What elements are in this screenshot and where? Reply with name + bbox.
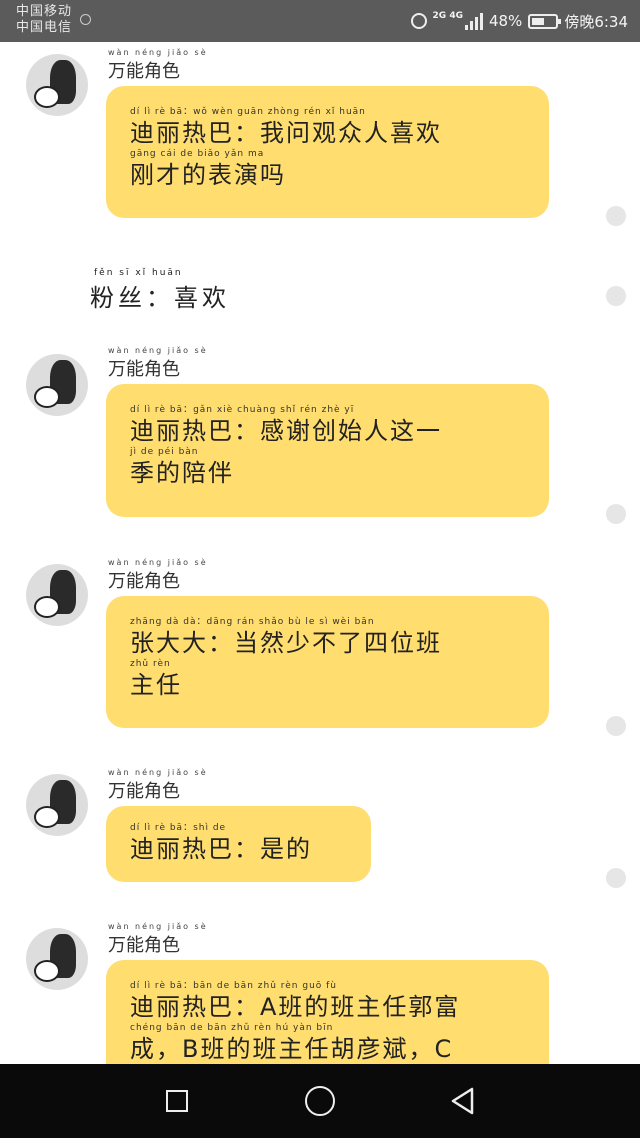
status-bar: 中国移动 中国电信 2G 4G 48% 傍晚6:34 xyxy=(0,0,640,42)
signal-icon xyxy=(464,12,483,30)
sender-name: wàn néng jiǎo sè 万能角色 xyxy=(108,558,208,592)
pinyin-line: dí lì rè bā：wǒ wèn guān zhòng rén xǐ huā… xyxy=(130,107,366,117)
battery-icon xyxy=(528,13,562,29)
pinyin-line: zhǔ rèn xyxy=(130,659,171,669)
wifi-calling-icon xyxy=(80,14,91,25)
avatar[interactable] xyxy=(26,928,88,990)
text-line: 粉丝：喜欢 xyxy=(90,284,230,312)
select-radio[interactable] xyxy=(606,286,626,306)
text-line: 季的陪伴 xyxy=(130,459,234,487)
network-type: 2G 4G xyxy=(432,11,463,21)
message-bubble[interactable]: dí lì rè bā：wǒ wèn guān zhòng rén xǐ huā… xyxy=(106,86,549,218)
recent-apps-button[interactable] xyxy=(166,1090,188,1112)
status-right: 2G 4G 48% 傍晚6:34 xyxy=(410,8,628,34)
battery-percent: 48% xyxy=(488,12,523,30)
back-button[interactable] xyxy=(448,1086,478,1116)
avatar[interactable] xyxy=(26,564,88,626)
message-bubble[interactable]: dí lì rè bā：bān de bān zhǔ rèn guō fù 迪丽… xyxy=(106,960,549,1064)
carrier-2: 中国电信 xyxy=(16,20,73,35)
message-bubble[interactable]: dí lì rè bā：shì de 迪丽热巴：是的 xyxy=(106,806,371,882)
sender-name: wàn néng jiǎo sè 万能角色 xyxy=(108,48,208,82)
pinyin-line: dí lì rè bā：shì de xyxy=(130,823,227,833)
text-line: 迪丽热巴：感谢创始人这一 xyxy=(130,417,442,445)
text-line: 迪丽热巴：我问观众人喜欢 xyxy=(130,119,442,147)
sender-name: wàn néng jiǎo sè 万能角色 xyxy=(108,922,208,956)
sender-name: wàn néng jiǎo sè 万能角色 xyxy=(108,346,208,380)
pinyin-line: dí lì rè bā：bān de bān zhǔ rèn guō fù xyxy=(130,981,338,991)
chat-list[interactable]: wàn néng jiǎo sè 万能角色 dí lì rè bā：wǒ wèn … xyxy=(0,42,640,1064)
text-line: 迪丽热巴：是的 xyxy=(130,835,312,863)
text-line: 张大大：当然少不了四位班 xyxy=(130,629,442,657)
pinyin-line: jì de péi bàn xyxy=(130,447,199,457)
select-radio[interactable] xyxy=(606,716,626,736)
select-radio[interactable] xyxy=(606,504,626,524)
text-line: 主任 xyxy=(130,671,182,699)
message-bubble[interactable]: zhāng dà dà：dāng rán shǎo bù le sì wèi b… xyxy=(106,596,549,728)
pinyin-line: zhāng dà dà：dāng rán shǎo bù le sì wèi b… xyxy=(130,617,375,627)
select-radio[interactable] xyxy=(606,868,626,888)
text-line: 刚才的表演吗 xyxy=(130,161,286,189)
pinyin-line: fěn sī xǐ huān xyxy=(94,268,183,278)
sender-name: wàn néng jiǎo sè 万能角色 xyxy=(108,768,208,802)
home-button[interactable] xyxy=(305,1086,335,1116)
fan-message: fěn sī xǐ huān 粉丝：喜欢 xyxy=(90,268,230,313)
avatar[interactable] xyxy=(26,54,88,116)
text-line: 迪丽热巴：A班的班主任郭富 xyxy=(130,993,461,1021)
alarm-icon xyxy=(410,13,427,29)
select-radio[interactable] xyxy=(606,206,626,226)
pinyin-line: chéng bān de bān zhǔ rèn hú yàn bīn xyxy=(130,1023,334,1033)
carrier-labels: 中国移动 中国电信 xyxy=(16,4,72,36)
text-line: 成，B班的班主任胡彦斌，C xyxy=(130,1035,454,1063)
clock: 傍晚6:34 xyxy=(564,12,628,31)
pinyin-line: gāng cái de biǎo yǎn ma xyxy=(130,149,265,159)
carrier-1: 中国移动 xyxy=(16,4,73,19)
message-bubble[interactable]: dí lì rè bā：gǎn xiè chuàng shǐ rén zhè y… xyxy=(106,384,549,517)
pinyin-line: dí lì rè bā：gǎn xiè chuàng shǐ rén zhè y… xyxy=(130,405,355,415)
avatar[interactable] xyxy=(26,354,88,416)
navigation-bar xyxy=(0,1064,640,1138)
avatar[interactable] xyxy=(26,774,88,836)
